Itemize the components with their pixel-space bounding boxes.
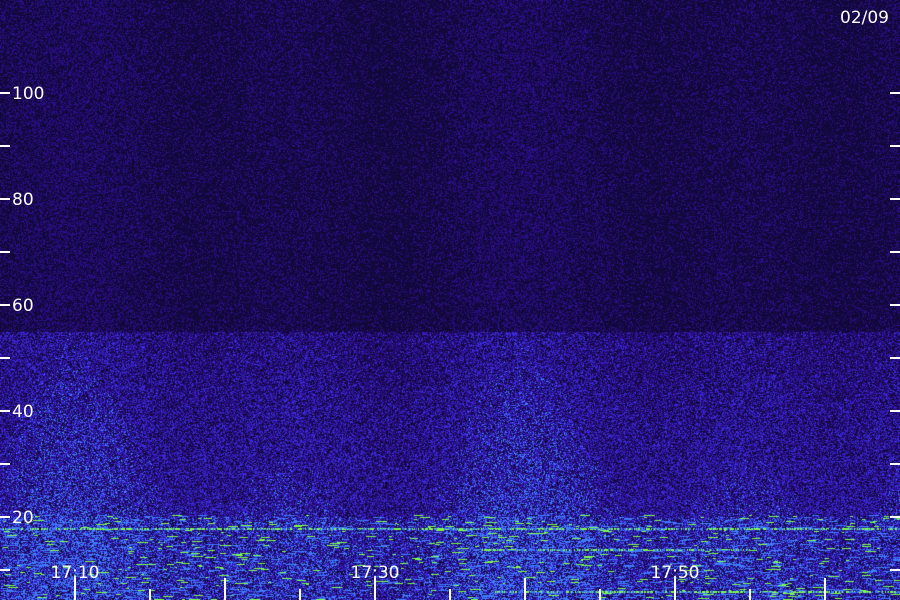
y-axis: 20 40 60 80 100	[0, 84, 900, 571]
axis-overlay: 20 40 60 80 100 17:10 17:30 17:50 02/09	[0, 8, 900, 600]
spectrogram-chart: 20 40 60 80 100 17:10 17:30 17:50 02/09	[0, 0, 900, 600]
x-tick-label: 17:10	[51, 563, 100, 583]
x-tick-label: 17:30	[351, 563, 400, 583]
y-tick-label: 100	[12, 84, 44, 104]
y-tick-label: 40	[12, 402, 34, 422]
y-tick-label: 20	[12, 508, 34, 528]
y-tick-label: 80	[12, 190, 34, 210]
date-label: 02/09	[840, 8, 889, 28]
x-axis: 17:10 17:30 17:50	[51, 563, 826, 600]
y-tick-label: 60	[12, 296, 34, 316]
x-tick-label: 17:50	[651, 563, 700, 583]
